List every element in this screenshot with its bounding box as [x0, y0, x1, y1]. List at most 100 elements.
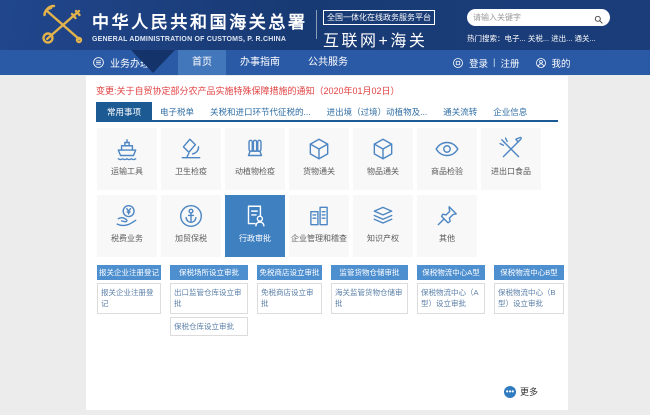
search-icon[interactable]	[593, 12, 604, 23]
service-articles-clearance[interactable]: 物品通关	[353, 128, 413, 190]
org-title-block: 中华人民共和国海关总署 GENERAL ADMINISTRATION OF CU…	[92, 8, 308, 43]
nav-user-area: 登录 | 注册 我的	[452, 50, 571, 75]
category-tab-clearance-flow[interactable]: 通关流转	[435, 102, 485, 120]
service-health-quarantine[interactable]: 卫生检疫	[161, 128, 221, 190]
user-icon	[535, 57, 547, 69]
service-bonded-trade[interactable]: 加贸保税	[161, 195, 221, 257]
category-tab-e-tax[interactable]: 电子税单	[152, 102, 202, 120]
search-area: 热门搜索：电子... 关税... 进出... 通关...	[467, 9, 610, 44]
approval-item[interactable]: 报关企业注册登记	[97, 283, 161, 314]
login-circle-icon	[452, 57, 464, 69]
service-admin-approval[interactable]: 行政审批	[225, 195, 285, 257]
header-divider	[316, 10, 317, 39]
coin-hand-icon	[114, 203, 140, 229]
service-label: 行政审批	[239, 233, 271, 244]
login-link[interactable]: 登录	[469, 56, 488, 70]
box-icon	[306, 136, 332, 162]
service-grid: 运输工具 卫生检疫 动植物检疫 货物通关 物品通关 商品检验 进出口食品税费业务 加贸保税 行政…	[97, 128, 568, 257]
approval-header[interactable]: 监管货物仓储审批	[331, 265, 408, 280]
approval-item[interactable]: 保税物流中心（B型）设立审批	[494, 283, 564, 314]
ship-icon	[114, 136, 140, 162]
platform-name: 互联网+海关	[323, 27, 435, 51]
service-label: 商品检验	[431, 166, 463, 177]
service-label: 企业管理和稽查	[291, 233, 347, 244]
search-box[interactable]	[467, 9, 610, 26]
approval-col-bonded-logistics-a: 保税物流中心A型保税物流中心（A型）设立审批	[417, 265, 485, 314]
menu-wedge-icon	[131, 50, 175, 73]
approval-header[interactable]: 保税场所设立审批	[170, 265, 248, 280]
approval-header[interactable]: 保税物流中心A型	[417, 265, 485, 280]
my-account-link[interactable]: 我的	[552, 56, 571, 70]
register-link[interactable]: 注册	[500, 56, 519, 70]
service-label: 运输工具	[111, 166, 143, 177]
nav-tab-home[interactable]: 首页	[178, 50, 226, 75]
approval-item[interactable]: 出口监管仓库设立审批	[170, 283, 248, 314]
content-panel: 变更:关于自贸协定部分农产品实施特殊保障措施的通知（2020年01月02日） 常…	[86, 76, 568, 410]
service-other[interactable]: 其他	[417, 195, 477, 257]
service-label: 其他	[439, 233, 455, 244]
hot-search[interactable]: 热门搜索：电子... 关税... 进出... 通关...	[467, 33, 610, 44]
service-label: 税费业务	[111, 233, 143, 244]
service-transport[interactable]: 运输工具	[97, 128, 157, 190]
search-input[interactable]	[473, 13, 593, 22]
login-register-separator: |	[493, 57, 495, 68]
more-button[interactable]: ••• 更多	[504, 385, 538, 398]
category-tabs: 常用事项电子税单关税和进口环节代征税的...进出境（过境）动植物及...通关流转…	[96, 102, 558, 122]
platform-badge: 全国一体化在线政务服务平台	[323, 10, 435, 25]
building-icon	[306, 203, 332, 229]
approval-item[interactable]: 免税商店设立审批	[257, 283, 322, 314]
main-nav: 业务办理 首页办事指南公共服务 登录 | 注册 我的	[0, 50, 650, 75]
microscope-icon	[178, 136, 204, 162]
org-name-cn: 中华人民共和国海关总署	[92, 8, 308, 33]
approval-header[interactable]: 报关企业注册登记	[97, 265, 161, 280]
nav-tabs: 首页办事指南公共服务	[178, 50, 362, 75]
service-label: 货物通关	[303, 166, 335, 177]
nav-tab-public-service[interactable]: 公共服务	[294, 50, 362, 75]
approval-col-bonded-logistics-b: 保税物流中心B型保税物流中心（B型）设立审批	[494, 265, 564, 314]
hamburger-circle-icon	[92, 56, 105, 69]
service-label: 加贸保税	[175, 233, 207, 244]
service-enterprise-mgmt[interactable]: 企业管理和稽查	[289, 195, 349, 257]
category-tab-enterprise-info[interactable]: 企业信息	[485, 102, 535, 120]
approval-item[interactable]: 海关监管货物仓储审批	[331, 283, 408, 314]
more-label: 更多	[520, 385, 538, 398]
service-import-export-food[interactable]: 进出口食品	[481, 128, 541, 190]
approval-header[interactable]: 免税商店设立审批	[257, 265, 322, 280]
more-ellipsis-icon: •••	[504, 386, 516, 398]
service-row: 税费业务 加贸保税 行政审批 企业管理和稽查 知识产权 其他	[97, 195, 568, 257]
doc-person-icon	[242, 203, 268, 229]
approval-col-supervised-storage: 监管货物仓储审批海关监管货物仓储审批	[331, 265, 408, 314]
service-tax-business[interactable]: 税费业务	[97, 195, 157, 257]
eye-icon	[434, 136, 460, 162]
platform-block: 全国一体化在线政务服务平台 互联网+海关	[323, 7, 435, 51]
approval-col-bonded-place: 保税场所设立审批出口监管仓库设立审批保税仓库设立审批	[170, 265, 248, 336]
service-goods-clearance[interactable]: 货物通关	[289, 128, 349, 190]
nav-tab-guide[interactable]: 办事指南	[226, 50, 294, 75]
service-label: 动植物检疫	[235, 166, 275, 177]
service-label: 进出口食品	[491, 166, 531, 177]
approval-header[interactable]: 保税物流中心B型	[494, 265, 564, 280]
page: 中华人民共和国海关总署 GENERAL ADMINISTRATION OF CU…	[0, 0, 650, 415]
approval-item[interactable]: 保税物流中心（A型）设立审批	[417, 283, 485, 314]
service-animal-plant-quarantine[interactable]: 动植物检疫	[225, 128, 285, 190]
approval-col-duty-free-shop: 免税商店设立审批免税商店设立审批	[257, 265, 322, 314]
service-label: 物品通关	[367, 166, 399, 177]
service-commodity-inspection[interactable]: 商品检验	[417, 128, 477, 190]
category-tab-quarantine[interactable]: 进出境（过境）动植物及...	[319, 102, 436, 120]
approval-item[interactable]: 保税仓库设立审批	[170, 317, 248, 336]
box-icon	[370, 136, 396, 162]
category-tab-common[interactable]: 常用事项	[96, 102, 152, 120]
cutlery-icon	[498, 136, 524, 162]
site-header: 中华人民共和国海关总署 GENERAL ADMINISTRATION OF CU…	[0, 0, 650, 50]
org-name-en: GENERAL ADMINISTRATION OF CUSTOMS, P. R.…	[92, 36, 308, 43]
service-row: 运输工具 卫生检疫 动植物检疫 货物通关 物品通关 商品检验 进出口食品	[97, 128, 568, 190]
service-label: 知识产权	[367, 233, 399, 244]
service-intellectual-property[interactable]: 知识产权	[353, 195, 413, 257]
fence-icon	[242, 136, 268, 162]
customs-emblem-icon	[38, 3, 88, 47]
category-tab-tariff[interactable]: 关税和进口环节代征税的...	[202, 102, 319, 120]
approval-col-declare-registration: 报关企业注册登记报关企业注册登记	[97, 265, 161, 314]
notice-link[interactable]: 变更:关于自贸协定部分农产品实施特殊保障措施的通知（2020年01月02日）	[86, 76, 568, 97]
approval-section: 报关企业注册登记报关企业注册登记保税场所设立审批出口监管仓库设立审批保税仓库设立…	[97, 265, 568, 336]
service-label: 卫生检疫	[175, 166, 207, 177]
